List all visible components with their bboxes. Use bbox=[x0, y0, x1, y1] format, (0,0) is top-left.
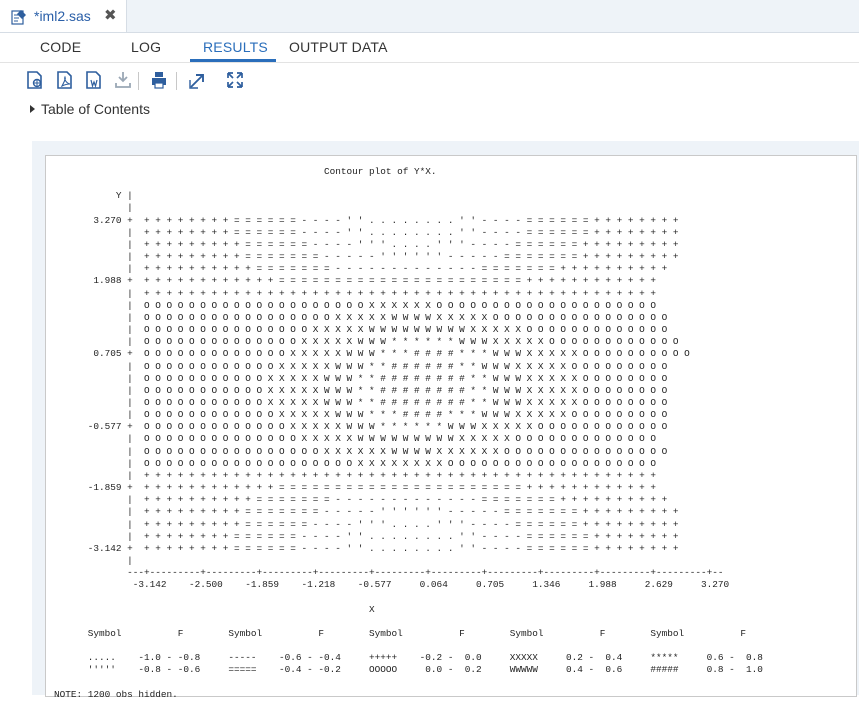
editor-tab-bar: *iml2.sas ✖ bbox=[0, 0, 859, 33]
tab-log[interactable]: LOG bbox=[131, 39, 161, 55]
toc-label: Table of Contents bbox=[41, 101, 150, 117]
expand-arrow-icon bbox=[30, 105, 35, 113]
file-tab-name: *iml2.sas bbox=[34, 8, 91, 24]
rtf-output-icon[interactable] bbox=[85, 70, 105, 92]
open-in-new-window-icon[interactable] bbox=[188, 70, 208, 92]
print-icon[interactable] bbox=[150, 70, 170, 92]
contour-plot-listing: Contour plot of Y*X. Y | | 3.270 + + + +… bbox=[54, 166, 763, 700]
toolbar-separator bbox=[176, 72, 177, 90]
tab-output-data[interactable]: OUTPUT DATA bbox=[289, 39, 388, 55]
active-tab-indicator bbox=[190, 59, 276, 62]
view-tabs: CODE LOG RESULTS OUTPUT DATA bbox=[0, 32, 859, 63]
expand-icon[interactable] bbox=[226, 70, 246, 92]
tab-results[interactable]: RESULTS bbox=[203, 39, 268, 55]
toolbar-separator bbox=[138, 72, 139, 90]
table-of-contents-toggle[interactable]: Table of Contents bbox=[30, 101, 150, 117]
tab-code[interactable]: CODE bbox=[40, 39, 81, 55]
close-tab-icon[interactable]: ✖ bbox=[104, 6, 117, 24]
download-icon[interactable] bbox=[114, 70, 134, 92]
pdf-output-icon[interactable] bbox=[56, 70, 76, 92]
results-output: Contour plot of Y*X. Y | | 3.270 + + + +… bbox=[45, 155, 857, 700]
file-tab[interactable]: *iml2.sas ✖ bbox=[0, 0, 127, 32]
sas-program-icon bbox=[11, 9, 27, 30]
html-output-icon[interactable] bbox=[26, 70, 46, 92]
